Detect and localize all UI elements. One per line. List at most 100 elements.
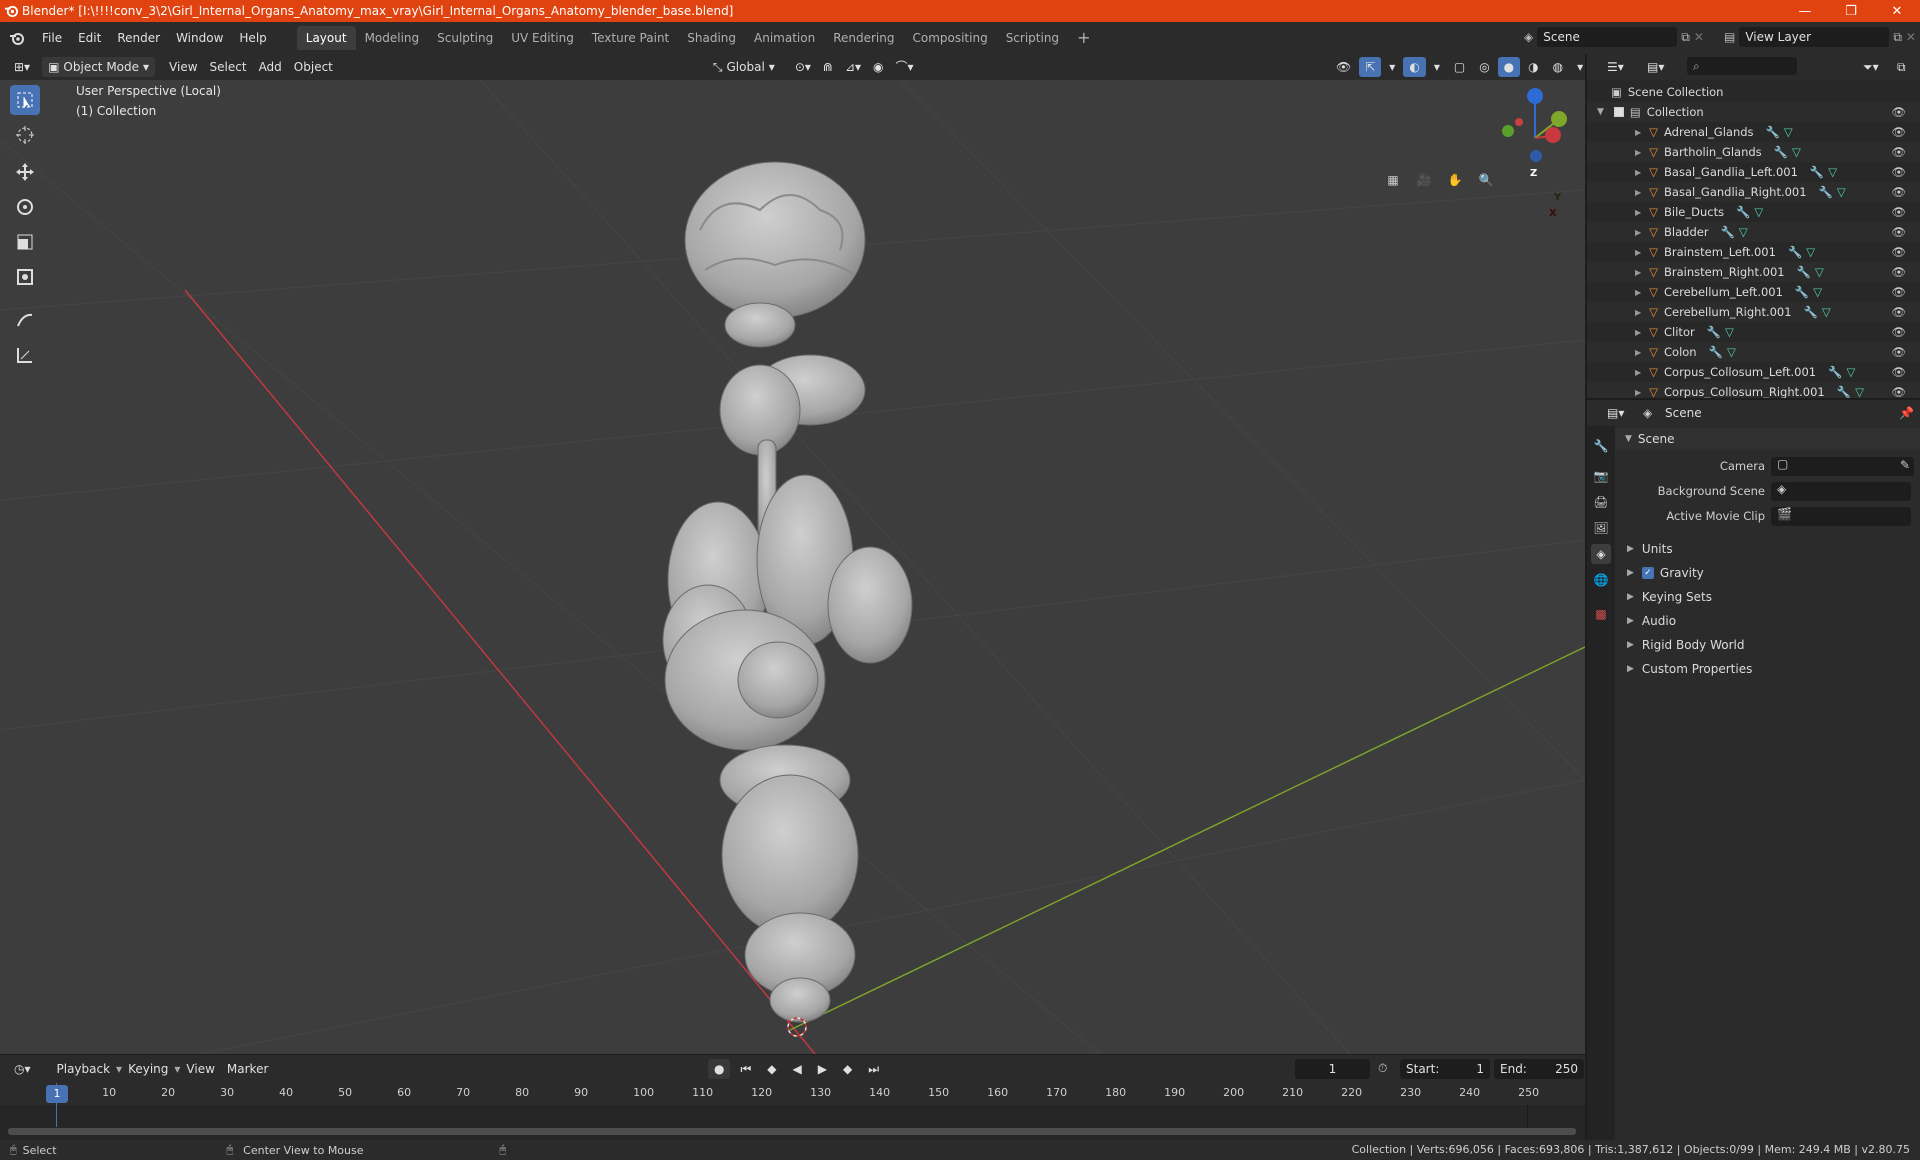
- modifier-wrench-icon[interactable]: 🔧: [1788, 245, 1802, 259]
- mesh-data-icon[interactable]: ▽: [1813, 285, 1822, 299]
- outliner-object-row[interactable]: ▶ ▽ Corpus_Collosum_Left.001 🔧 ▽ 👁: [1587, 362, 1920, 382]
- add-workspace-button[interactable]: +: [1068, 26, 1099, 50]
- measure-tool-icon[interactable]: [10, 340, 40, 370]
- mesh-data-icon[interactable]: ▽: [1855, 385, 1864, 398]
- end-frame-field[interactable]: End: 250: [1494, 1059, 1584, 1079]
- menu-file[interactable]: File: [34, 27, 70, 49]
- expand-arrow-icon[interactable]: ▼: [1597, 107, 1604, 117]
- mesh-data-icon[interactable]: ▽: [1739, 225, 1748, 239]
- texture-tab-icon[interactable]: ▩: [1591, 604, 1611, 624]
- new-scene-icon[interactable]: ⧉: [1681, 30, 1690, 45]
- menu-edit[interactable]: Edit: [70, 27, 109, 49]
- jump-start-icon[interactable]: ⏮: [734, 1059, 757, 1079]
- cursor-tool-icon[interactable]: [10, 120, 40, 150]
- outliner-object-row[interactable]: ▶ ▽ Brainstem_Right.001 🔧 ▽ 👁: [1587, 262, 1920, 282]
- modifier-wrench-icon[interactable]: 🔧: [1721, 225, 1735, 239]
- outliner-object-row[interactable]: ▶ ▽ Basal_Gandlia_Right.001 🔧 ▽ 👁: [1587, 182, 1920, 202]
- expand-arrow-icon[interactable]: ▶: [1635, 168, 1641, 177]
- outliner[interactable]: ▣ Scene Collection ▼ ▤ Collection 👁 ▶ ▽ Ad…: [1587, 80, 1920, 398]
- falloff-icon[interactable]: ⌒▾: [890, 57, 920, 77]
- modifier-wrench-icon[interactable]: 🔧: [1804, 305, 1818, 319]
- expand-arrow-icon[interactable]: ▶: [1635, 188, 1641, 197]
- rotate-tool-icon[interactable]: [10, 192, 40, 222]
- prev-keyframe-icon[interactable]: ◆: [761, 1059, 782, 1079]
- mesh-data-icon[interactable]: ▽: [1828, 165, 1837, 179]
- outliner-collection[interactable]: ▼ ▤ Collection 👁: [1587, 102, 1920, 122]
- transform-tool-icon[interactable]: [10, 262, 40, 292]
- next-keyframe-icon[interactable]: ◆: [837, 1059, 858, 1079]
- minimize-button[interactable]: —: [1782, 0, 1828, 22]
- outliner-editor-type-icon[interactable]: ☰▾: [1601, 57, 1630, 77]
- outliner-object-row[interactable]: ▶ ▽ Colon 🔧 ▽ 👁: [1587, 342, 1920, 362]
- proportional-edit-icon[interactable]: ◉: [867, 57, 889, 77]
- menu-help[interactable]: Help: [231, 27, 274, 49]
- collection-checkbox[interactable]: [1613, 107, 1624, 117]
- editor-type-icon[interactable]: ⊞▾: [8, 57, 36, 77]
- menu-view[interactable]: View: [163, 57, 203, 77]
- visibility-eye-icon[interactable]: 👁: [1891, 125, 1906, 139]
- visibility-eye-icon[interactable]: 👁: [1891, 305, 1906, 319]
- modifier-wrench-icon[interactable]: 🔧: [1707, 325, 1721, 339]
- world-tab-icon[interactable]: 🌐: [1591, 570, 1611, 590]
- menu-window[interactable]: Window: [168, 27, 231, 49]
- play-icon[interactable]: ▶: [812, 1059, 833, 1079]
- visibility-eye-icon[interactable]: 👁: [1891, 205, 1906, 219]
- outliner-object-row[interactable]: ▶ ▽ Cerebellum_Right.001 🔧 ▽ 👁: [1587, 302, 1920, 322]
- modifier-wrench-icon[interactable]: 🔧: [1774, 145, 1788, 159]
- visibility-eye-icon[interactable]: 👁: [1891, 245, 1906, 259]
- visibility-eye-icon[interactable]: 👁: [1891, 185, 1906, 199]
- record-button[interactable]: ●: [708, 1059, 731, 1079]
- audio-subpanel[interactable]: ▶ Audio: [1615, 610, 1920, 632]
- units-subpanel[interactable]: ▶ Units: [1615, 538, 1920, 560]
- visibility-eye-icon[interactable]: 👁: [1891, 225, 1906, 239]
- 3d-viewport[interactable]: Z Y X User Perspective (Local) (1) Colle…: [0, 80, 1585, 1054]
- rigid-body-world-subpanel[interactable]: ▶ Rigid Body World: [1615, 634, 1920, 656]
- tab-shading[interactable]: Shading: [678, 26, 745, 50]
- gizmo-toggle-icon[interactable]: ⇱: [1359, 57, 1382, 77]
- transform-orientation-selector[interactable]: ⤡ Global ▾: [707, 57, 781, 77]
- timeline-editor-type-icon[interactable]: ◷▾: [8, 1059, 37, 1079]
- outliner-search-input[interactable]: ⌕: [1687, 57, 1797, 75]
- outliner-object-row[interactable]: ▶ ▽ Bartholin_Glands 🔧 ▽ 👁: [1587, 142, 1920, 162]
- mode-selector[interactable]: ▣ Object Mode ▾: [42, 57, 156, 77]
- background-scene-field[interactable]: ◈: [1771, 482, 1911, 501]
- menu-playback[interactable]: Playback: [51, 1059, 117, 1079]
- close-button[interactable]: ✕: [1874, 0, 1920, 22]
- snap-target-icon[interactable]: ⊿▾: [839, 57, 867, 77]
- mesh-data-icon[interactable]: ▽: [1725, 325, 1734, 339]
- modifier-wrench-icon[interactable]: 🔧: [1828, 365, 1842, 379]
- render-tab-icon[interactable]: 📷: [1591, 466, 1611, 486]
- camera-view-icon[interactable]: 🎥: [1410, 166, 1438, 194]
- modifier-wrench-icon[interactable]: 🔧: [1795, 285, 1809, 299]
- overlay-toggle-icon[interactable]: ◐: [1403, 57, 1426, 77]
- outliner-object-row[interactable]: ▶ ▽ Bladder 🔧 ▽ 👁: [1587, 222, 1920, 242]
- view-layer-icon[interactable]: ▤: [1724, 30, 1735, 44]
- active-movie-clip-field[interactable]: 🎬: [1771, 507, 1911, 526]
- expand-arrow-icon[interactable]: ▶: [1635, 268, 1641, 277]
- delete-view-layer-icon[interactable]: ✕: [1906, 30, 1916, 44]
- overlay-menu-icon[interactable]: ▾: [1428, 57, 1446, 77]
- outliner-object-row[interactable]: ▶ ▽ Bile_Ducts 🔧 ▽ 👁: [1587, 202, 1920, 222]
- pin-icon[interactable]: 📌: [1899, 406, 1914, 420]
- outliner-object-row[interactable]: ▶ ▽ Clitor 🔧 ▽ 👁: [1587, 322, 1920, 342]
- expand-arrow-icon[interactable]: ▶: [1635, 308, 1641, 317]
- expand-arrow-icon[interactable]: ▶: [1635, 348, 1641, 357]
- playhead-frame-badge[interactable]: 1: [46, 1085, 68, 1103]
- scene-panel-header[interactable]: ▼ Scene: [1615, 428, 1920, 450]
- outliner-object-row[interactable]: ▶ ▽ Corpus_Collosum_Right.001 🔧 ▽ 👁: [1587, 382, 1920, 398]
- menu-render[interactable]: Render: [109, 27, 168, 49]
- modifier-wrench-icon[interactable]: 🔧: [1837, 385, 1851, 398]
- new-view-layer-icon[interactable]: ⧉: [1893, 30, 1902, 45]
- pan-view-icon[interactable]: ✋: [1441, 166, 1469, 194]
- delete-scene-icon[interactable]: ✕: [1694, 30, 1704, 44]
- expand-arrow-icon[interactable]: ▶: [1635, 208, 1641, 217]
- expand-arrow-icon[interactable]: ▶: [1635, 288, 1641, 297]
- toggle-camera-grid-icon[interactable]: ▦: [1379, 166, 1407, 194]
- visibility-eye-icon[interactable]: 👁: [1891, 145, 1906, 159]
- mesh-data-icon[interactable]: ▽: [1727, 345, 1736, 359]
- navigation-gizmo[interactable]: [1502, 88, 1567, 162]
- expand-arrow-icon[interactable]: ▶: [1635, 388, 1641, 397]
- visibility-eye-icon[interactable]: 👁: [1891, 165, 1906, 179]
- menu-marker[interactable]: Marker: [221, 1059, 274, 1079]
- eyedropper-icon[interactable]: ✎: [1900, 458, 1910, 472]
